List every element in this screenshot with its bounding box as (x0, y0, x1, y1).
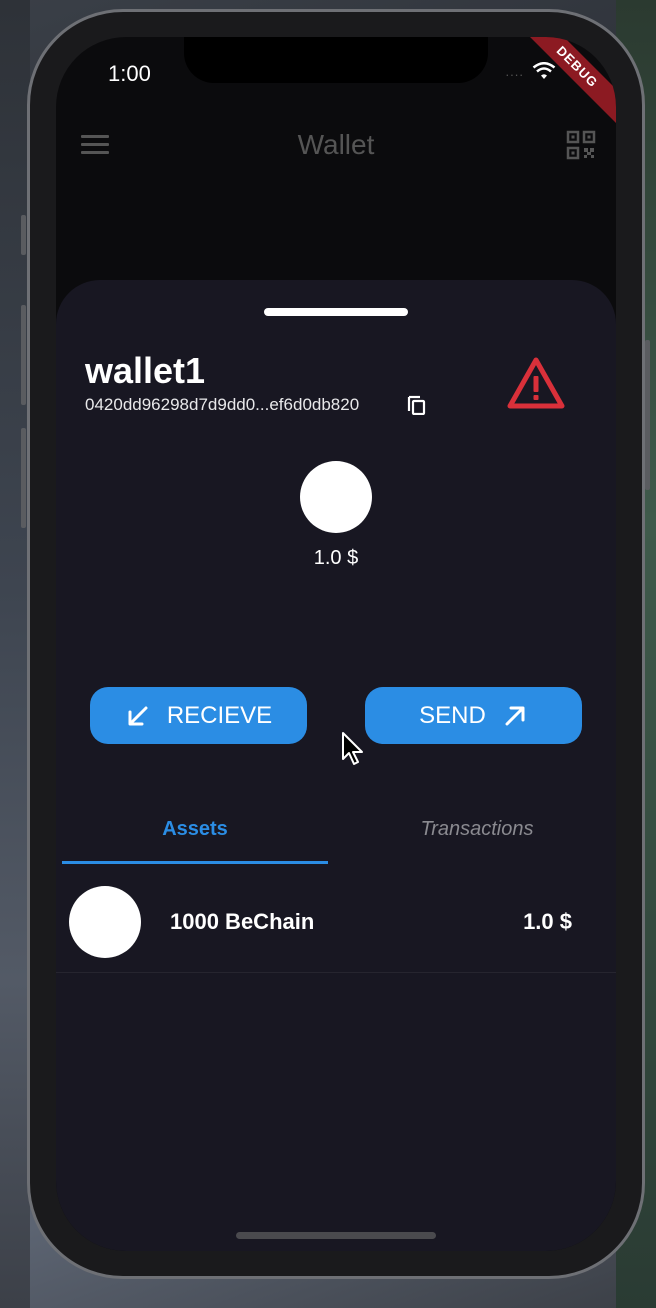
app-bar: Wallet (56, 125, 616, 165)
app-screen: 1:00 .... DEBUG Wallet wallet1 0420dd962… (56, 37, 616, 1251)
page-title: Wallet (297, 129, 375, 160)
notch (184, 37, 488, 83)
status-icons: .... (506, 62, 556, 80)
asset-value: 1.0 $ (523, 909, 572, 934)
volume-down-button (21, 428, 26, 528)
send-button[interactable]: SEND (365, 687, 582, 744)
arrow-down-left-icon (128, 706, 148, 725)
signal-icon: .... (505, 63, 524, 79)
asset-icon (69, 886, 141, 958)
copy-icon[interactable] (406, 393, 428, 415)
status-time: 1:00 (108, 61, 151, 86)
wallet-sheet: wallet1 0420dd96298d7d9dd0...ef6d0db820 … (56, 280, 616, 1251)
qr-scan-icon[interactable] (566, 130, 596, 160)
receive-button[interactable]: RECIEVE (90, 687, 307, 744)
wallet-name: wallet1 (85, 350, 206, 391)
wallet-balance: 1.0 $ (313, 547, 359, 569)
warning-icon[interactable] (506, 356, 566, 412)
arrow-up-right-icon (505, 706, 525, 725)
mouse-cursor-icon (342, 732, 363, 765)
tab-assets[interactable]: Assets (62, 818, 328, 841)
tab-transactions[interactable]: Transactions (344, 818, 610, 841)
receive-button-label: RECIEVE (166, 701, 273, 729)
power-button (645, 340, 650, 490)
tab-bar: Assets Transactions (62, 810, 610, 866)
drag-handle[interactable] (264, 308, 408, 316)
token-avatar (300, 461, 372, 533)
mute-switch (21, 215, 26, 255)
tab-indicator (62, 861, 328, 864)
send-button-label: SEND (419, 701, 486, 729)
background-left (0, 0, 30, 1308)
list-item[interactable]: 1000 BeChain 1.0 $ (56, 872, 616, 973)
wallet-address: 0420dd96298d7d9dd0...ef6d0db820 (85, 395, 360, 414)
asset-name: 1000 BeChain (170, 909, 315, 934)
volume-up-button (21, 305, 26, 405)
wifi-icon (532, 62, 556, 79)
home-indicator (236, 1232, 436, 1239)
